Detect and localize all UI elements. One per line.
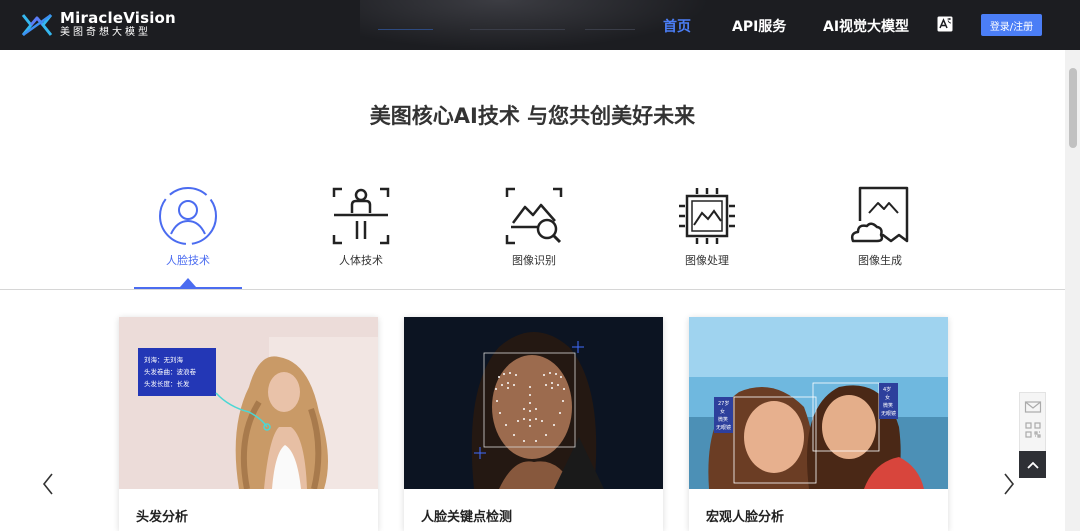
- tab-label: 人体技术: [339, 254, 383, 267]
- card-macro-face-analysis[interactable]: 27岁 女 微笑 无眼镜 4岁 女 微笑 无眼镜 宏观人脸分析: [689, 317, 948, 531]
- right-age-tag: 4岁: [883, 386, 891, 393]
- tab-label: 图像识别: [512, 254, 556, 267]
- top-header: MiracleVision 美图奇想大模型 首页 API服务 AI视觉大模型 登…: [0, 0, 1080, 50]
- brand-logo[interactable]: MiracleVision 美图奇想大模型: [21, 11, 176, 38]
- active-tab-caret: [180, 278, 196, 287]
- left-age-tag: 27岁: [718, 400, 729, 407]
- image-cloud-icon: [850, 186, 909, 243]
- body-icon: [332, 187, 390, 245]
- right-gender-tag: 女: [885, 394, 890, 401]
- card-title: 头发分析: [136, 510, 189, 525]
- section-title: 美图核心AI技术 与您共创美好未来: [369, 104, 696, 128]
- left-glasses-tag: 无眼镜: [716, 424, 731, 431]
- left-gender-tag: 女: [720, 408, 725, 415]
- card-face-keypoints[interactable]: 人脸关键点检测: [404, 317, 663, 531]
- nav-api-service[interactable]: API服务: [732, 16, 786, 36]
- carousel-next-arrow-icon[interactable]: [1002, 472, 1016, 496]
- hair-annotation-bangs: 刘海：无刘海: [144, 355, 184, 364]
- nav-ai-vision-model[interactable]: AI视觉大模型: [823, 16, 909, 36]
- image-chip-icon: [679, 188, 735, 244]
- left-smile-tag: 微笑: [718, 416, 728, 423]
- tabs-divider: [0, 289, 1065, 290]
- tab-image-recognition[interactable]: 图像识别: [479, 185, 589, 268]
- login-register-button[interactable]: 登录/注册: [981, 14, 1042, 36]
- card-hair-analysis[interactable]: 刘海：无刘海 头发卷曲：波浪卷 头发长度：长发 头发分析: [119, 317, 378, 531]
- brand-subtitle: 美图奇想大模型: [60, 27, 151, 38]
- face-icon: [159, 187, 217, 245]
- tab-image-processing[interactable]: 图像处理: [652, 185, 762, 268]
- brand-name: MiracleVision: [60, 9, 176, 27]
- hair-annotation-length: 头发长度：长发: [144, 379, 190, 388]
- page-scrollbar[interactable]: [1065, 50, 1080, 531]
- carousel-prev-arrow-icon[interactable]: [41, 472, 55, 496]
- card-title: 宏观人脸分析: [706, 510, 785, 525]
- qr-code-icon[interactable]: [1024, 421, 1042, 439]
- tab-face-tech[interactable]: 人脸技术: [133, 185, 243, 268]
- tab-image-generation[interactable]: 图像生成: [825, 185, 935, 268]
- right-smile-tag: 微笑: [883, 402, 893, 409]
- translate-icon[interactable]: [937, 16, 953, 32]
- back-to-top-button[interactable]: [1019, 451, 1046, 478]
- nav-home[interactable]: 首页: [663, 16, 691, 36]
- hair-analysis-image: 刘海：无刘海 头发卷曲：波浪卷 头发长度：长发: [119, 317, 378, 489]
- tab-label: 图像生成: [858, 254, 902, 267]
- page: MiracleVision 美图奇想大模型 首页 API服务 AI视觉大模型 登…: [0, 0, 1080, 531]
- mail-icon[interactable]: [1024, 398, 1042, 416]
- scrollbar-thumb[interactable]: [1069, 68, 1077, 148]
- hair-annotation-curl: 头发卷曲：波浪卷: [144, 367, 197, 376]
- image-search-icon: [505, 187, 563, 245]
- right-glasses-tag: 无眼镜: [881, 410, 896, 417]
- miraclevision-logo-icon: [21, 13, 53, 36]
- card-title: 人脸关键点检测: [421, 510, 513, 525]
- tab-label: 图像处理: [685, 254, 729, 267]
- face-keypoints-image: [404, 317, 663, 489]
- tab-body-tech[interactable]: 人体技术: [306, 185, 416, 268]
- tab-label: 人脸技术: [166, 254, 210, 267]
- chevron-up-icon: [1026, 461, 1039, 469]
- macro-face-analysis-image: 27岁 女 微笑 无眼镜 4岁 女 微笑 无眼镜: [689, 317, 948, 489]
- floating-tools-panel: [1019, 392, 1046, 452]
